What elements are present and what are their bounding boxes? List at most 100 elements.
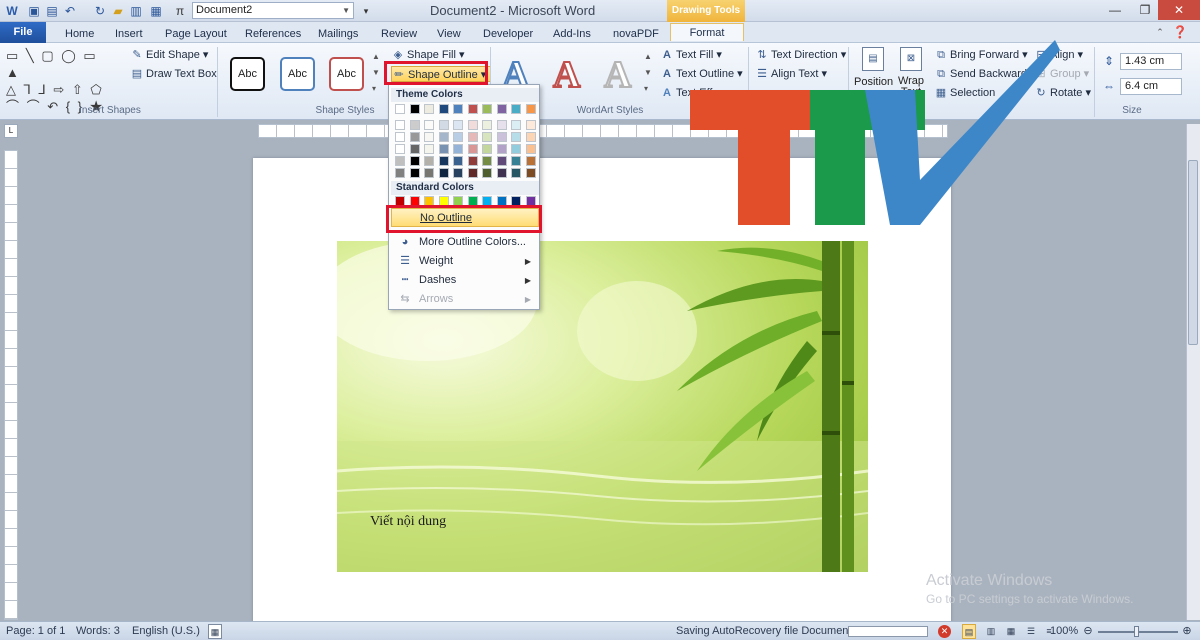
arrows-menu-item[interactable]: ⇆ Arrows ▶ — [391, 290, 539, 309]
theme-color-shade-swatch[interactable] — [424, 144, 434, 154]
theme-color-shade-swatch[interactable] — [482, 168, 492, 178]
page-count[interactable]: Page: 1 of 1 — [6, 624, 65, 639]
shape-style-blue[interactable]: Abc — [280, 57, 315, 91]
web-layout-icon[interactable]: ▦ — [1004, 624, 1018, 639]
theme-color-swatch[interactable] — [395, 104, 405, 114]
theme-color-shade-swatch[interactable] — [467, 120, 478, 130]
theme-color-shade-swatch[interactable] — [453, 156, 463, 166]
theme-color-shade-swatch[interactable] — [467, 144, 478, 154]
vertical-ruler[interactable] — [4, 150, 18, 620]
theme-color-shade-swatch[interactable] — [453, 120, 463, 130]
customize-icon[interactable]: ▦ — [148, 3, 164, 19]
theme-color-swatch[interactable] — [525, 104, 536, 114]
word-app-icon[interactable]: W — [4, 3, 20, 19]
shape-style-black[interactable]: Abc — [230, 57, 265, 91]
theme-color-swatch[interactable] — [424, 104, 434, 114]
print-layout-view-icon[interactable]: ▤ — [962, 624, 976, 639]
theme-color-shade-swatch[interactable] — [482, 156, 492, 166]
minimize-icon[interactable]: — — [1100, 0, 1130, 20]
shape-width-input[interactable]: 6.4 cm — [1120, 78, 1182, 95]
theme-color-shade-swatch[interactable] — [496, 132, 507, 142]
close-window-icon[interactable]: ✕ — [1158, 0, 1200, 20]
tab-insert[interactable]: Insert — [110, 25, 148, 43]
theme-color-shade-swatch[interactable] — [511, 168, 521, 178]
zoom-out-icon[interactable]: ⊖ — [1082, 624, 1094, 639]
outline-view-icon[interactable]: ☰ — [1024, 624, 1038, 639]
theme-color-shade-swatch[interactable] — [525, 144, 536, 154]
zoom-level[interactable]: 100% — [1050, 624, 1078, 639]
theme-color-shade-swatch[interactable] — [467, 132, 478, 142]
minimize-ribbon-icon[interactable]: ⌃ — [1152, 24, 1168, 40]
wordart-style-red[interactable]: A — [552, 53, 581, 97]
theme-color-shade-swatch[interactable] — [438, 144, 449, 154]
wordart-style-gray[interactable]: A — [603, 53, 632, 97]
theme-color-shade-swatch[interactable] — [482, 144, 492, 154]
theme-color-shade-swatch[interactable] — [525, 120, 536, 130]
theme-color-swatch[interactable] — [511, 104, 521, 114]
tab-references[interactable]: References — [240, 25, 306, 43]
cancel-save-icon[interactable]: ✕ — [938, 625, 951, 638]
theme-color-shade-swatch[interactable] — [453, 132, 463, 142]
tab-selector-icon[interactable]: L — [4, 124, 18, 138]
macro-record-icon[interactable]: ▦ — [208, 624, 222, 639]
theme-color-shade-swatch[interactable] — [511, 120, 521, 130]
tab-developer[interactable]: Developer — [478, 25, 538, 43]
theme-color-shade-swatch[interactable] — [525, 132, 536, 142]
scrollbar-thumb[interactable] — [1188, 160, 1198, 345]
document-name-box[interactable]: Document2 ▼ — [192, 2, 354, 19]
theme-color-shade-swatch[interactable] — [525, 168, 536, 178]
theme-color-swatch[interactable] — [482, 104, 492, 114]
full-screen-reading-icon[interactable]: ▥ — [984, 624, 998, 639]
theme-color-shade-swatch[interactable] — [525, 156, 536, 166]
tab-view[interactable]: View — [432, 25, 466, 43]
theme-color-shade-swatch[interactable] — [453, 168, 463, 178]
theme-color-swatch[interactable] — [438, 104, 449, 114]
theme-color-swatch[interactable] — [496, 104, 507, 114]
theme-color-shade-swatch[interactable] — [409, 132, 420, 142]
undo-icon[interactable]: ↶ — [62, 3, 78, 19]
theme-color-shade-swatch[interactable] — [482, 132, 492, 142]
theme-color-shade-swatch[interactable] — [482, 120, 492, 130]
theme-color-shade-swatch[interactable] — [438, 156, 449, 166]
tab-mailings[interactable]: Mailings — [313, 25, 363, 43]
theme-color-swatch[interactable] — [467, 104, 478, 114]
quick-access-dropdown-icon[interactable]: ▾ — [358, 3, 374, 19]
draw-text-box-button[interactable]: ▤ Draw Text Box — [130, 66, 217, 82]
tab-novapdf[interactable]: novaPDF — [608, 25, 664, 43]
theme-color-shade-swatch[interactable] — [496, 120, 507, 130]
print-preview-icon[interactable]: ▤ — [44, 3, 60, 19]
theme-color-shade-swatch[interactable] — [395, 132, 405, 142]
theme-color-shade-swatch[interactable] — [467, 156, 478, 166]
help-icon[interactable]: ❓ — [1172, 24, 1188, 40]
theme-color-shade-swatch[interactable] — [409, 120, 420, 130]
tab-page-layout[interactable]: Page Layout — [160, 25, 232, 43]
theme-color-shade-swatch[interactable] — [395, 120, 405, 130]
tab-file[interactable]: File — [0, 22, 46, 43]
equation-icon[interactable]: π — [172, 3, 188, 19]
shape-height-input[interactable]: 1.43 cm — [1120, 53, 1182, 70]
theme-color-shade-swatch[interactable] — [453, 144, 463, 154]
theme-color-shade-swatch[interactable] — [511, 156, 521, 166]
theme-color-shade-swatch[interactable] — [424, 120, 434, 130]
theme-color-shade-swatch[interactable] — [424, 156, 434, 166]
language-indicator[interactable]: English (U.S.) — [132, 624, 200, 639]
theme-color-shade-swatch[interactable] — [438, 168, 449, 178]
theme-color-shade-swatch[interactable] — [424, 132, 434, 142]
theme-color-shade-swatch[interactable] — [438, 132, 449, 142]
theme-color-shade-swatch[interactable] — [496, 168, 507, 178]
tab-add-ins[interactable]: Add-Ins — [548, 25, 596, 43]
theme-color-swatch[interactable] — [409, 104, 420, 114]
picture-caption-text[interactable]: Viết nội dung — [370, 514, 446, 530]
theme-color-shade-swatch[interactable] — [409, 144, 420, 154]
theme-color-swatch[interactable] — [453, 104, 463, 114]
more-outline-colors-menu-item[interactable]: ◕ More Outline Colors... — [391, 233, 539, 252]
tab-home[interactable]: Home — [60, 25, 99, 43]
zoom-in-icon[interactable]: ⊕ — [1181, 624, 1193, 639]
restore-icon[interactable]: ❐ — [1130, 0, 1160, 20]
shapes-gallery[interactable]: ▭ ╲ ▢ ◯ ▭ ▲ △ ⅂ ⅃ ⇨ ⇧ ⬠ ⌒ ⌒ ↶ { } ★ — [6, 47, 114, 114]
theme-color-shade-swatch[interactable] — [496, 156, 507, 166]
wordart-scroll-icon[interactable]: ▲ ▼ ▾ — [644, 49, 652, 97]
tab-review[interactable]: Review — [376, 25, 422, 43]
weight-menu-item[interactable]: ☰ Weight ▶ — [391, 252, 539, 271]
open-folder-icon[interactable]: ▰ — [110, 3, 126, 19]
